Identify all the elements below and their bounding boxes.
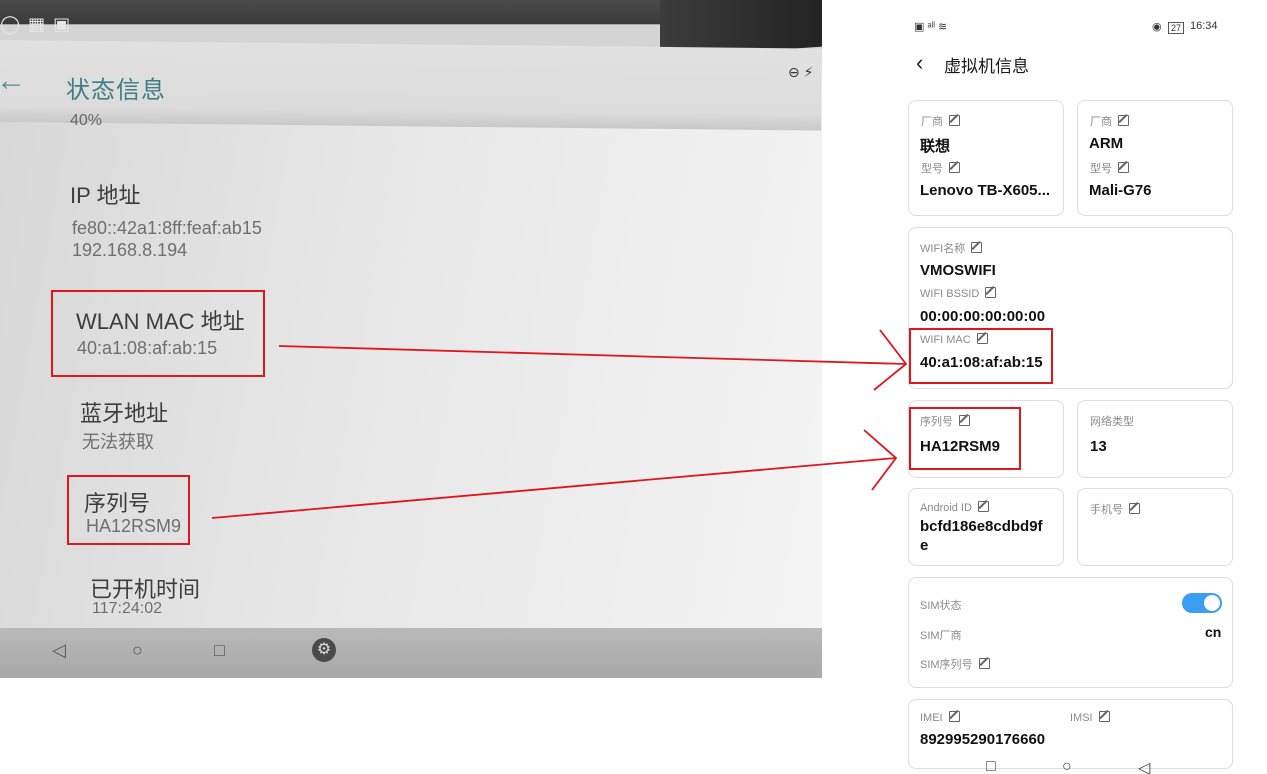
edit-icon[interactable] bbox=[1098, 711, 1110, 722]
edit-icon[interactable] bbox=[985, 287, 997, 298]
phone-back-icon[interactable]: ◁ bbox=[1138, 758, 1150, 774]
bluetooth-value: 无法获取 bbox=[82, 432, 154, 452]
gear-icon[interactable]: ⚙ bbox=[312, 638, 336, 662]
battery-indicator: 27 bbox=[1168, 22, 1185, 34]
wifi-bssid-label: WIFI BSSID bbox=[920, 287, 997, 300]
model-label: 型号 bbox=[921, 160, 960, 176]
network-type-value: 13 bbox=[1090, 438, 1107, 455]
android-id-value-line2: e bbox=[920, 537, 929, 554]
back-arrow-icon[interactable]: ← bbox=[0, 64, 26, 98]
phone-number-card: 手机号 bbox=[1077, 488, 1233, 566]
nav-home-icon[interactable]: ○ bbox=[132, 640, 143, 661]
highlight-phone-serial bbox=[909, 407, 1021, 470]
model-label: 型号 bbox=[1090, 160, 1129, 176]
edit-icon[interactable] bbox=[977, 501, 989, 512]
arrow-head-serial bbox=[863, 429, 898, 491]
vendor-value: ARM bbox=[1089, 135, 1124, 152]
network-type-card: 网络类型 13 bbox=[1077, 400, 1233, 478]
edit-icon[interactable] bbox=[971, 242, 983, 253]
nav-recents-icon[interactable]: □ bbox=[214, 640, 225, 661]
wifi-name-value: VMOSWIFI bbox=[920, 262, 996, 279]
sim-status-label: SIM状态 bbox=[920, 600, 962, 612]
edit-icon[interactable] bbox=[1118, 162, 1129, 173]
sim-vendor-value: cn bbox=[1205, 624, 1222, 640]
ip-address-value-2: 192.168.8.194 bbox=[72, 240, 188, 260]
edit-icon[interactable] bbox=[949, 162, 960, 173]
edit-icon[interactable] bbox=[949, 115, 960, 126]
vendor-label: 厂商 bbox=[921, 113, 960, 129]
network-type-label: 网络类型 bbox=[1090, 416, 1134, 428]
wifi-name-label: WIFI名称 bbox=[920, 240, 983, 256]
nav-back-icon[interactable]: ◁ bbox=[52, 640, 66, 661]
imei-value: 892995290176660 bbox=[920, 731, 1046, 748]
page-title: 状态信息 bbox=[66, 77, 166, 104]
eye-icon: ◉ bbox=[1152, 21, 1162, 33]
grid-icon: ▦ bbox=[28, 14, 46, 34]
back-chevron-icon[interactable]: ‹ bbox=[916, 50, 923, 76]
sim-serial-label: SIM序列号 bbox=[920, 656, 990, 672]
bluetooth-title: 蓝牙地址 bbox=[80, 401, 169, 426]
phone-home-icon[interactable]: ○ bbox=[1062, 758, 1072, 774]
activity-icon: ▣ bbox=[53, 14, 71, 34]
cpu-card-left: 厂商 联想 型号 Lenovo TB-X605... bbox=[908, 100, 1064, 216]
edit-icon[interactable] bbox=[1129, 503, 1140, 514]
edit-icon[interactable] bbox=[1118, 115, 1129, 126]
highlight-wlan-mac bbox=[51, 290, 265, 377]
tablet-nav-bar bbox=[0, 628, 822, 678]
cut-off-value: 40% bbox=[70, 112, 103, 129]
status-time: 16:34 bbox=[1190, 20, 1218, 32]
vendor-value: 联想 bbox=[920, 138, 951, 155]
model-value: Lenovo TB-X605... bbox=[920, 182, 1051, 199]
android-id-card: Android ID bcfd186e8cdbd9f e bbox=[908, 488, 1064, 566]
tablet-status-icons: ◯ ▦ ▣ bbox=[0, 14, 70, 34]
android-id-value-line1: bcfd186e8cdbd9f bbox=[920, 518, 1043, 535]
phone-recents-icon[interactable]: □ bbox=[986, 758, 996, 774]
phone-number-label: 手机号 bbox=[1090, 501, 1140, 517]
composite-screenshot: ◯ ▦ ▣ ← 状态信息 ⊖ ⚡ 40% IP 地址 fe80::42a1:8f… bbox=[0, 0, 1267, 774]
android-id-label: Android ID bbox=[920, 501, 989, 514]
phone-screenshot: ▣ ᵃˡˡ ≋ ◉ 27 16:34 ‹ 虚拟机信息 厂商 联想 型号 Leno… bbox=[900, 0, 1245, 774]
tablet-top-right-icons: ⊖ ⚡ bbox=[788, 64, 814, 80]
ip-address-value-1: fe80::42a1:8ff:feaf:ab15 bbox=[72, 218, 262, 238]
tablet-photo: ◯ ▦ ▣ ← 状态信息 ⊖ ⚡ 40% IP 地址 fe80::42a1:8f… bbox=[0, 0, 822, 678]
imei-label: IMEI bbox=[920, 711, 960, 724]
cpu-card-right: 厂商 ARM 型号 Mali-G76 bbox=[1077, 100, 1233, 216]
uptime-value: 117:24:02 bbox=[92, 600, 162, 617]
phone-status-icons: ▣ ᵃˡˡ ≋ bbox=[914, 21, 948, 33]
sim-vendor-label: SIM厂商 bbox=[920, 630, 962, 642]
model-value: Mali-G76 bbox=[1089, 182, 1152, 199]
edit-icon[interactable] bbox=[978, 658, 990, 669]
vendor-label: 厂商 bbox=[1090, 113, 1129, 129]
page-title: 虚拟机信息 bbox=[944, 57, 1029, 76]
edit-icon[interactable] bbox=[948, 711, 960, 722]
wifi-bssid-value: 00:00:00:00:00:00 bbox=[920, 308, 1046, 325]
ip-address-title: IP 地址 bbox=[70, 183, 141, 208]
highlight-serial bbox=[67, 475, 190, 545]
highlight-wifi-mac bbox=[909, 328, 1053, 384]
circle-icon: ◯ bbox=[0, 14, 21, 34]
sim-status-toggle[interactable] bbox=[1182, 593, 1222, 613]
sim-card: SIM状态 SIM厂商 cn SIM序列号 bbox=[908, 577, 1233, 688]
imsi-label: IMSI bbox=[1070, 711, 1110, 724]
